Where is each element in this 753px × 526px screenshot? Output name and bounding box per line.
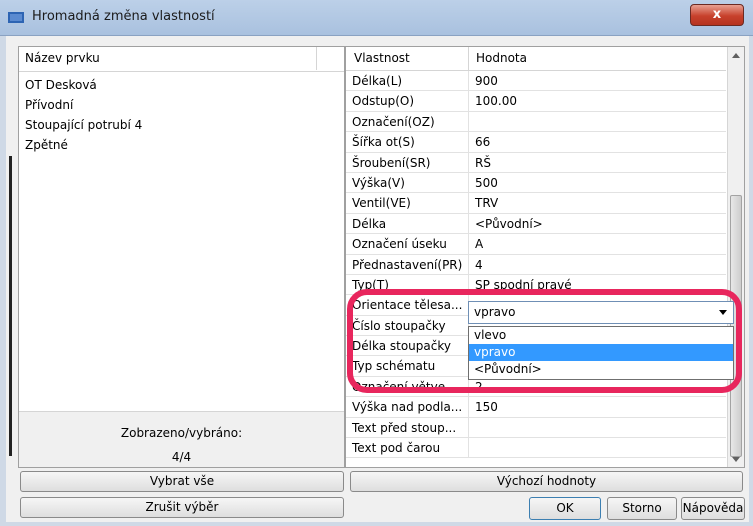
shown-selected-value: 4/4 (171, 450, 192, 464)
column-header-name: Název prvku (25, 51, 100, 65)
list-item[interactable]: Zpětné (19, 135, 344, 155)
window-title: Hromadná změna vlastností (32, 9, 215, 24)
element-list: OT Desková Přívodní Stoupající potrubí 4 Zp… (19, 72, 344, 155)
scroll-up-arrow-icon[interactable] (732, 53, 740, 58)
dialog-client: Název prvku OT Desková Přívodní Stoupající… (6, 36, 749, 522)
property-name-cell: Výška nad podla... (346, 397, 469, 418)
property-value-cell[interactable] (469, 112, 726, 133)
column-header-property[interactable]: Vlastnost (354, 47, 410, 70)
property-name-cell: Označení(OZ) (346, 111, 469, 133)
property-value-cell[interactable]: 500 (469, 173, 726, 194)
property-grid: Vlastnost Hodnota Délka(L) 900 Odstup(O) 10… (345, 46, 745, 468)
property-value-cell[interactable]: TRV (469, 193, 726, 214)
property-value-cell[interactable]: RŠ (469, 153, 726, 173)
close-button[interactable]: x (690, 4, 744, 26)
table-row[interactable]: Text pod čarou (346, 438, 726, 459)
table-row[interactable]: Výška(V) 500 (346, 172, 726, 194)
app-icon (8, 12, 24, 23)
property-rows: Délka(L) 900 Odstup(O) 100.00 Označení(OZ) Ší… (346, 71, 726, 459)
ok-button[interactable]: OK (529, 497, 601, 520)
property-value-cell[interactable]: 150 (469, 397, 726, 418)
table-row[interactable]: Ventil(VE) TRV (346, 193, 726, 214)
help-button[interactable]: Nápověda (681, 497, 745, 520)
property-value-cell[interactable]: 900 (469, 71, 726, 92)
table-row[interactable]: Označení úseku A (346, 234, 726, 255)
deselect-button[interactable]: Zrušit výběr (20, 497, 344, 518)
title-bar: Hromadná změna vlastností x (0, 0, 753, 36)
list-left-border (9, 156, 12, 456)
property-value-cell[interactable] (469, 438, 726, 459)
property-name-cell: Označení úseku (346, 234, 469, 255)
property-name-cell: Ventil(VE) (346, 193, 469, 214)
property-grid-header: Vlastnost Hodnota (346, 47, 726, 71)
default-values-button[interactable]: Výchozí hodnoty (350, 471, 743, 492)
table-row[interactable]: Délka(L) 900 (346, 71, 726, 92)
property-name-cell: Šroubení(SR) (346, 152, 469, 173)
table-row[interactable]: Přednastavení(PR) 4 (346, 254, 726, 275)
annotation-highlight-outline (347, 289, 742, 393)
property-name-cell: Šířka ot(S) (346, 132, 469, 153)
table-row[interactable]: Šířka ot(S) 66 (346, 132, 726, 153)
element-list-panel: Název prvku OT Desková Přívodní Stoupající… (18, 46, 345, 468)
property-value-cell[interactable]: A (469, 234, 726, 255)
property-value-cell[interactable]: 100.00 (469, 91, 726, 112)
property-name-cell: Odstup(O) (346, 91, 469, 112)
property-name-cell: Text pod čarou (346, 438, 469, 459)
table-row[interactable]: Odstup(O) 100.00 (346, 91, 726, 112)
property-value-cell[interactable] (469, 418, 726, 439)
table-row[interactable]: Délka <Původní> (346, 213, 726, 235)
list-item[interactable]: Stoupající potrubí 4 (19, 115, 344, 135)
property-value-cell[interactable]: 4 (469, 255, 726, 275)
property-name-cell: Text před stoup... (346, 417, 469, 439)
property-value-cell[interactable]: <Původní> (469, 214, 726, 235)
close-icon: x (712, 7, 722, 22)
select-all-button[interactable]: Vybrat vše (20, 471, 344, 492)
property-name-cell: Délka(L) (346, 71, 469, 92)
property-name-cell: Délka (346, 213, 469, 235)
column-header-value[interactable]: Hodnota (476, 47, 527, 70)
property-name-cell: Výška(V) (346, 172, 469, 194)
table-row[interactable]: Výška nad podla... 150 (346, 397, 726, 418)
property-name-cell: Přednastavení(PR) (346, 254, 469, 275)
table-row[interactable]: Šroubení(SR) RŠ (346, 152, 726, 173)
shown-selected-label: Zobrazeno/vybráno: (120, 426, 243, 440)
cancel-button[interactable]: Storno (607, 497, 677, 520)
property-value-cell[interactable]: 66 (469, 132, 726, 153)
element-list-empty-area: Zobrazeno/vybráno: 4/4 (19, 411, 344, 467)
element-list-header[interactable]: Název prvku (19, 47, 344, 72)
table-row[interactable]: Označení(OZ) (346, 111, 726, 133)
list-item[interactable]: Přívodní (19, 95, 344, 115)
table-row[interactable]: Text před stoup... (346, 417, 726, 439)
list-item[interactable]: OT Desková (19, 75, 344, 95)
scroll-down-arrow-icon[interactable] (732, 457, 740, 462)
vertical-scrollbar[interactable] (727, 47, 744, 467)
